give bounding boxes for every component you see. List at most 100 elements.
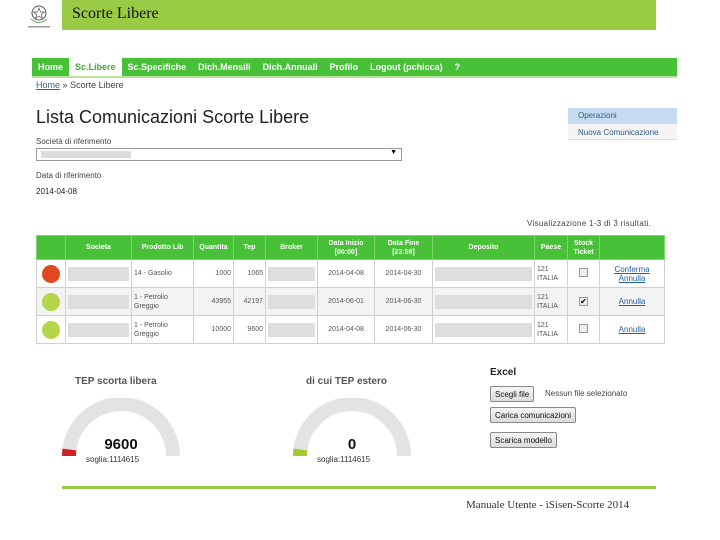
stock-ticket-cell: ✔ <box>567 287 600 316</box>
column-header: Data Fine [23:59] <box>374 235 433 260</box>
start-date-cell: 2014-04-08 <box>317 259 375 288</box>
table-row: 14 - Gasolio 1000 1065 2014-04-08 2014-04-30… <box>36 259 665 288</box>
nav-item-2[interactable]: Sc.Specifiche <box>122 58 193 76</box>
country-cell: 121 ITALIA <box>534 287 568 316</box>
end-date-cell: 2014-04-30 <box>374 259 433 288</box>
operations-panel: Operazioni Nuova Comunicazione <box>568 108 677 146</box>
redacted-deposit <box>435 294 532 309</box>
results-info: Visualizzazione 1-3 di 3 risultati. <box>527 219 652 228</box>
column-header: Deposito <box>432 235 535 260</box>
column-header: Quantita <box>193 235 234 260</box>
status-green-icon <box>42 320 60 339</box>
nav-item-1[interactable]: Sc.Libere <box>69 58 122 76</box>
nav-underline <box>32 76 677 78</box>
annulla-link[interactable]: Annulla <box>602 325 662 334</box>
column-header <box>36 235 66 260</box>
company-cell <box>65 315 132 344</box>
company-label: Società di riferimento <box>36 137 112 146</box>
status-red-icon <box>42 264 60 283</box>
footer-text: Manuale Utente - iSisen-Scorte 2014 <box>466 499 630 511</box>
nav-item-7[interactable]: ? <box>449 58 467 76</box>
redacted-company <box>68 294 129 309</box>
actions-cell: Conferma Annulla <box>599 259 665 288</box>
gauge-value-tep: 9600 <box>104 436 138 453</box>
tep-cell: 1065 <box>233 259 266 288</box>
file-status: Nessun file selezionato <box>545 389 628 398</box>
product-cell: 1 - Petrolio Greggio <box>131 315 194 344</box>
stock-ticket-checkbox[interactable]: ✔ <box>579 296 588 306</box>
slide-title-bar: Scorte Libere <box>62 0 656 30</box>
nav-item-3[interactable]: Dich.Mensili <box>192 58 257 76</box>
stock-ticket-cell <box>567 259 600 288</box>
nav-item-6[interactable]: Logout (pchicca) <box>364 58 449 76</box>
column-header <box>599 235 665 260</box>
redacted-broker <box>268 294 315 309</box>
column-header: Paese <box>534 235 568 260</box>
deposit-cell <box>432 287 535 316</box>
company-select[interactable]: ▼ <box>36 148 402 161</box>
stock-ticket-cell <box>567 315 600 344</box>
end-date-cell: 2014-06-30 <box>374 315 433 344</box>
company-cell <box>65 259 132 288</box>
column-header: Data Inizio [00:00] <box>317 235 375 260</box>
tep-cell: 9600 <box>233 315 266 344</box>
column-header: Broker <box>265 235 318 260</box>
status-cell <box>36 315 66 344</box>
start-date-cell: 2014-04-08 <box>317 315 375 344</box>
date-label: Data di riferimento <box>36 171 102 180</box>
product-cell: 1 - Petrolio Greggio <box>131 287 194 316</box>
annulla-link[interactable]: Annulla <box>602 274 662 283</box>
communications-table: Societa Prodotto Lib Quantita Tep Broker Data… <box>36 235 665 344</box>
column-header: Stock Ticket <box>567 235 600 260</box>
table-row: 1 - Petrolio Greggio 10000 9600 2014-04-08 2… <box>36 315 665 344</box>
operations-heading: Operazioni <box>568 108 677 124</box>
redacted-broker <box>268 322 315 337</box>
gauge-threshold-tep: soglia:1114615 <box>86 455 140 464</box>
main-nav: Home Sc.Libere Sc.Specifiche Dich.Mensili Di… <box>32 58 677 76</box>
date-input[interactable] <box>36 184 151 197</box>
breadcrumb-home-link[interactable]: Home <box>36 80 60 90</box>
annulla-link[interactable]: Annulla <box>602 297 662 306</box>
gauge-title-tep: TEP scorta libera <box>75 376 157 387</box>
redacted-broker <box>268 266 315 281</box>
actions-cell: Annulla <box>599 287 665 316</box>
redacted-company <box>68 266 129 281</box>
stock-ticket-checkbox[interactable] <box>579 323 588 333</box>
nav-item-0[interactable]: Home <box>32 58 69 76</box>
start-date-cell: 2014-06-01 <box>317 287 375 316</box>
nav-item-4[interactable]: Dich.Annuali <box>257 58 324 76</box>
actions-cell: Annulla <box>599 315 665 344</box>
upload-communications-button[interactable]: Carica comunicazioni <box>490 407 577 423</box>
quantity-cell: 10000 <box>193 315 234 344</box>
country-cell: 121 ITALIA <box>534 259 568 288</box>
quantity-cell: 43955 <box>193 287 234 316</box>
company-selected-value <box>41 151 131 158</box>
download-template-button[interactable]: Scarica modello <box>490 432 557 448</box>
gauge-threshold-foreign: soglia:1114615 <box>317 455 371 464</box>
gauge-value-foreign: 0 <box>347 436 357 453</box>
dropdown-arrow-icon: ▼ <box>390 149 397 156</box>
status-cell <box>36 259 66 288</box>
stock-ticket-checkbox[interactable] <box>579 267 588 277</box>
company-cell <box>65 287 132 316</box>
nav-item-5[interactable]: Profilo <box>324 58 365 76</box>
product-cell: 14 - Gasolio <box>131 259 194 288</box>
broker-cell <box>265 287 318 316</box>
status-green-icon <box>42 292 60 311</box>
end-date-cell: 2014-06-30 <box>374 287 433 316</box>
page-title: Lista Comunicazioni Scorte Libere <box>36 107 310 127</box>
new-communication-link[interactable]: Nuova Comunicazione <box>568 124 677 140</box>
deposit-cell <box>432 259 535 288</box>
column-header: Tep <box>233 235 266 260</box>
conferma-link[interactable]: Conferma <box>602 265 662 274</box>
breadcrumb: Home » Scorte Libere <box>36 80 124 90</box>
status-cell <box>36 287 66 316</box>
gauge-title-foreign: di cui TEP estero <box>306 376 387 387</box>
broker-cell <box>265 259 318 288</box>
choose-file-button[interactable]: Scegli file <box>490 386 535 402</box>
redacted-company <box>68 322 129 337</box>
country-cell: 121 ITALIA <box>534 315 568 344</box>
column-header: Societa <box>65 235 132 260</box>
breadcrumb-current: Scorte Libere <box>70 80 124 90</box>
footer-divider <box>62 486 656 489</box>
